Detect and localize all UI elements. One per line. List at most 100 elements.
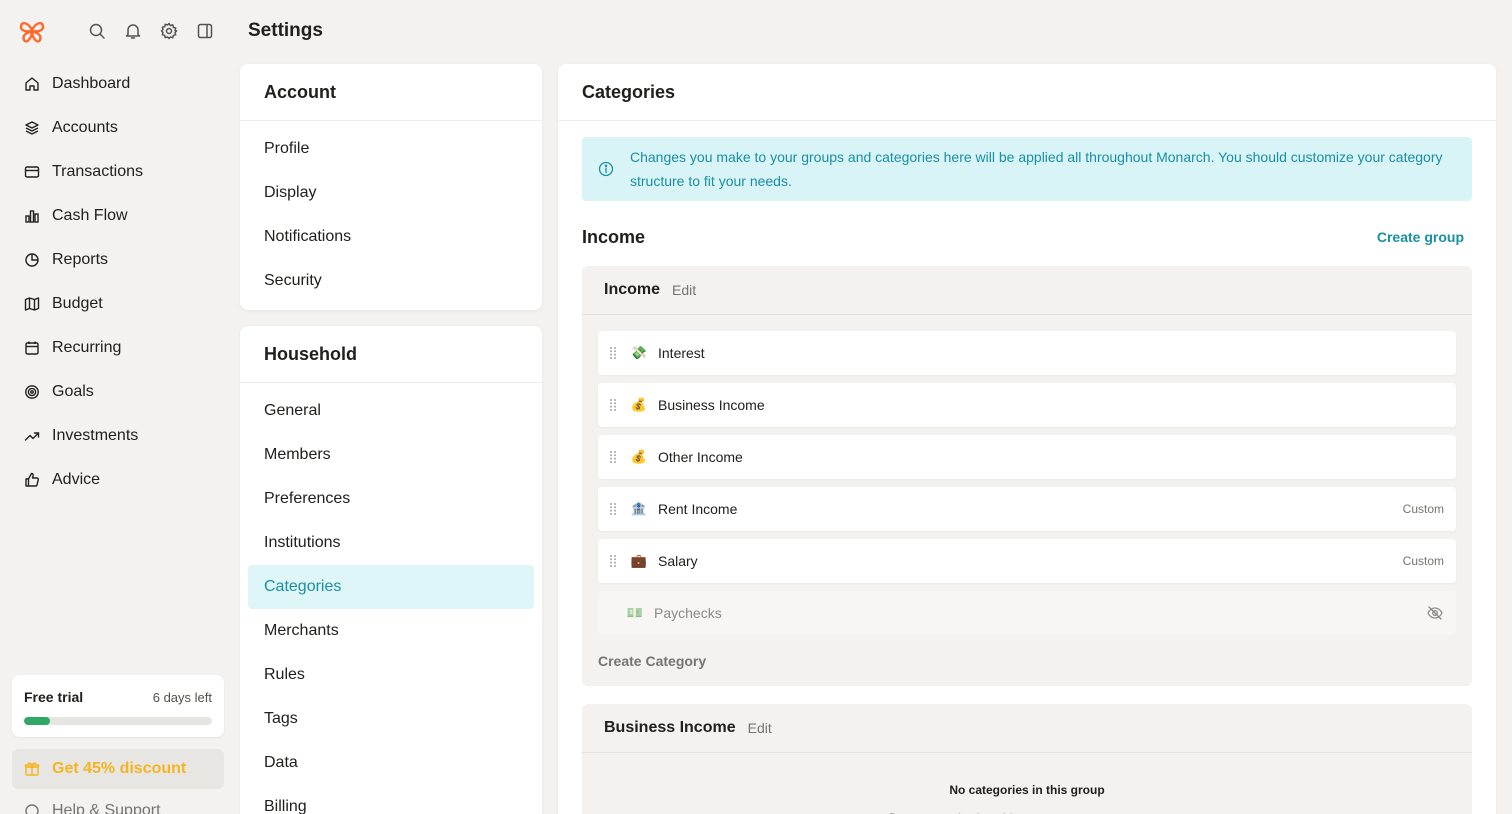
calendar-icon [24, 340, 40, 356]
thumbs-up-icon [24, 472, 40, 488]
credit-card-icon [24, 164, 40, 180]
target-icon [24, 384, 40, 400]
menu-item-security[interactable]: Security [248, 259, 534, 303]
bar-chart-icon [24, 208, 40, 224]
menu-item-billing[interactable]: Billing [248, 785, 534, 814]
nav-label: Budget [52, 295, 103, 312]
category-row[interactable]: 💰 Business Income [598, 383, 1456, 427]
trial-days-left: 6 days left [152, 689, 212, 705]
layers-icon [24, 120, 40, 136]
sidebar: Dashboard Accounts Transactions Cash Flo… [0, 0, 236, 814]
page-title: Settings [248, 20, 323, 41]
menu-item-merchants[interactable]: Merchants [248, 609, 534, 653]
drag-handle-icon[interactable] [608, 450, 618, 464]
gear-icon[interactable] [160, 22, 178, 40]
category-row[interactable]: 💸 Interest [598, 331, 1456, 375]
nav-label: Goals [52, 383, 94, 400]
group-header: Business Income Edit [582, 704, 1472, 753]
discount-button[interactable]: Get 45% discount [12, 749, 224, 789]
search-icon[interactable] [88, 22, 106, 40]
discount-label: Get 45% discount [52, 760, 187, 777]
nav-item-cash-flow[interactable]: Cash Flow [12, 194, 224, 238]
free-trial-card[interactable]: Free trial 6 days left [12, 675, 224, 737]
menu-item-notifications[interactable]: Notifications [248, 215, 534, 259]
category-emoji: 💰 [630, 397, 648, 412]
create-category-button[interactable]: Create Category [582, 643, 1472, 669]
trial-progress-fill [24, 717, 51, 725]
empty-group-message: No categories in this group [949, 783, 1105, 797]
category-emoji: 💰 [630, 449, 648, 464]
nav-label: Transactions [52, 163, 143, 180]
menu-item-profile[interactable]: Profile [248, 127, 534, 171]
bell-icon[interactable] [124, 22, 142, 40]
section-title: Income [582, 227, 646, 247]
menu-item-members[interactable]: Members [248, 433, 534, 477]
group-name: Income [604, 281, 661, 298]
nav-label: Advice [52, 471, 101, 488]
menu-item-display[interactable]: Display [248, 171, 534, 215]
category-row[interactable]: 💰 Other Income [598, 435, 1456, 479]
menu-item-institutions[interactable]: Institutions [248, 521, 534, 565]
categories-title: Categories [558, 64, 1496, 121]
panel-toggle-icon[interactable] [196, 22, 214, 40]
menu-item-preferences[interactable]: Preferences [248, 477, 534, 521]
create-group-button[interactable]: Create group [1377, 229, 1464, 245]
category-group-income: Income Edit 💸 Interest 💰 Business Income… [582, 266, 1472, 686]
nav-item-budget[interactable]: Budget [12, 282, 224, 326]
category-name: Paychecks [654, 605, 722, 621]
menu-item-tags[interactable]: Tags [248, 697, 534, 741]
menu-item-categories[interactable]: Categories [248, 565, 534, 609]
household-menu-card: Household General Members Preferences In… [240, 326, 542, 814]
category-emoji: 🏦 [630, 501, 648, 516]
info-banner: Changes you make to your groups and cate… [582, 137, 1472, 201]
category-row[interactable]: 💼 Salary Custom [598, 539, 1456, 583]
group-edit-button[interactable]: Edit [672, 282, 696, 298]
map-icon [24, 296, 40, 312]
category-row[interactable]: 🏦 Rent Income Custom [598, 487, 1456, 531]
trial-title: Free trial [24, 689, 84, 705]
eye-off-icon[interactable] [1426, 604, 1444, 622]
gift-icon [24, 761, 40, 777]
drag-handle-icon[interactable] [608, 398, 618, 412]
trial-progress-bar [24, 717, 212, 725]
group-header: Income Edit [582, 266, 1472, 315]
category-name: Business Income [658, 397, 765, 413]
nav-item-accounts[interactable]: Accounts [12, 106, 224, 150]
nav-item-advice[interactable]: Advice [12, 458, 224, 502]
info-icon [598, 161, 614, 177]
nav-label: Cash Flow [52, 207, 128, 224]
menu-item-data[interactable]: Data [248, 741, 534, 785]
category-emoji: 💼 [630, 553, 648, 568]
category-name: Rent Income [658, 501, 738, 517]
group-name: Business Income [604, 719, 736, 736]
category-list: 💸 Interest 💰 Business Income 💰 Other Inc… [582, 315, 1472, 635]
nav-label: Investments [52, 427, 139, 444]
nav-label: Accounts [52, 119, 118, 136]
nav-item-transactions[interactable]: Transactions [12, 150, 224, 194]
menu-item-general[interactable]: General [248, 389, 534, 433]
menu-item-rules[interactable]: Rules [248, 653, 534, 697]
trending-up-icon [24, 428, 40, 444]
hidden-category-row[interactable]: 💵 Paychecks [598, 591, 1456, 635]
monarch-logo-icon[interactable] [18, 18, 46, 46]
nav-item-recurring[interactable]: Recurring [12, 326, 224, 370]
nav-item-investments[interactable]: Investments [12, 414, 224, 458]
empty-group-subtext: Drag categories into this group, or crea… [582, 797, 1472, 814]
category-name: Interest [658, 345, 705, 361]
account-menu-card: Account Profile Display Notifications Se… [240, 64, 542, 310]
category-name: Salary [658, 553, 698, 569]
drag-handle-icon[interactable] [608, 554, 618, 568]
nav-label: Dashboard [52, 75, 131, 92]
drag-handle-icon[interactable] [608, 346, 618, 360]
info-text: Changes you make to your groups and cate… [630, 149, 1443, 189]
nav-item-dashboard[interactable]: Dashboard [12, 62, 224, 106]
help-support-link[interactable]: Help & Support [24, 802, 161, 814]
drag-handle-icon[interactable] [608, 502, 618, 516]
top-icon-bar [88, 22, 214, 40]
nav-item-goals[interactable]: Goals [12, 370, 224, 414]
categories-panel: Categories Changes you make to your grou… [558, 64, 1496, 814]
group-edit-button[interactable]: Edit [748, 720, 772, 736]
category-tag: Custom [1402, 502, 1444, 516]
nav-item-reports[interactable]: Reports [12, 238, 224, 282]
household-menu-title: Household [240, 326, 542, 383]
